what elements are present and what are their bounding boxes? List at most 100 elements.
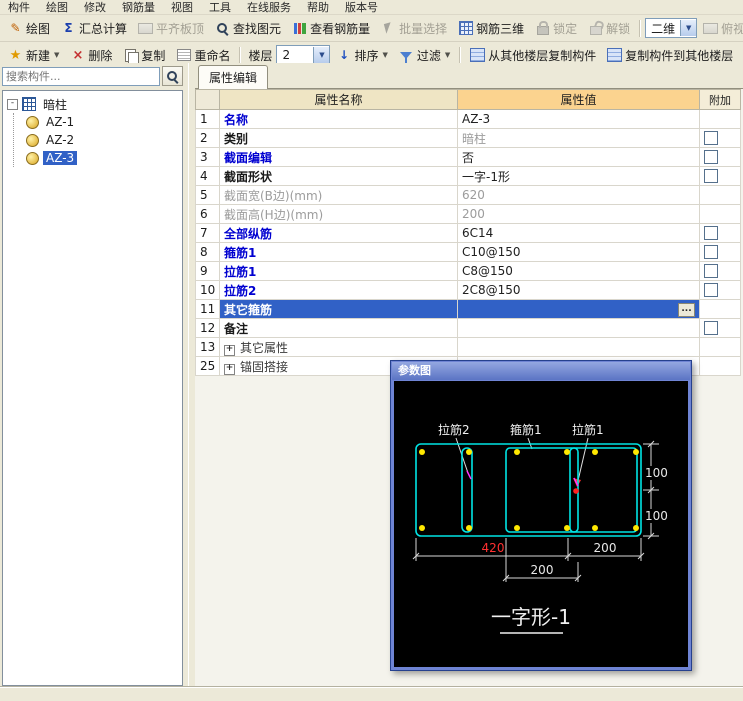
delete-button[interactable]: × 删除 [65, 45, 117, 65]
unlock-button[interactable]: 解锁 [583, 18, 635, 38]
menu-item-tools[interactable]: 工具 [209, 0, 231, 15]
menu-item-component[interactable]: 构件 [8, 0, 30, 15]
property-name[interactable]: 名称 [220, 110, 458, 129]
parameter-window-titlebar[interactable]: 参数图 [392, 362, 690, 380]
tie-point-dot [573, 488, 579, 494]
status-bar [0, 687, 743, 701]
copy-to-other-floor-button[interactable]: 复制构件到其他楼层 [602, 45, 738, 65]
tree-item-az1[interactable]: AZ-1 [14, 113, 180, 131]
copy-button[interactable]: 复制 [118, 45, 170, 65]
align-slab-top-button[interactable]: 平齐板顶 [133, 18, 209, 38]
find-element-button[interactable]: 查找图元 [210, 18, 286, 38]
lock-button[interactable]: 锁定 [530, 18, 582, 38]
attach-checkbox[interactable] [704, 321, 718, 335]
attach-checkbox[interactable] [704, 226, 718, 240]
property-name[interactable]: 截面形状 [220, 167, 458, 186]
menu-item-rebar-qty[interactable]: 钢筋量 [122, 0, 155, 15]
tab-strip: 属性编辑 [195, 63, 743, 89]
top-view-button[interactable]: 俯视 [698, 18, 743, 38]
property-value[interactable]: AZ-3 [458, 110, 700, 129]
property-name[interactable]: 备注 [220, 319, 458, 338]
more-options-button[interactable]: ... [678, 303, 695, 317]
group-row[interactable]: + 其它属性 [220, 338, 458, 357]
lock-label: 锁定 [553, 20, 577, 37]
tree-item-label: AZ-1 [43, 115, 77, 129]
parameter-diagram-window[interactable]: 参数图 [390, 360, 692, 671]
tree-root-row[interactable]: - 暗柱 [5, 95, 180, 113]
property-value[interactable]: 2C8@150 [458, 281, 700, 300]
column-group-icon [22, 97, 36, 111]
tab-property-edit[interactable]: 属性编辑 [198, 65, 268, 89]
attach-checkbox[interactable] [704, 150, 718, 164]
slab-icon [138, 23, 153, 34]
chevron-down-icon[interactable]: ▼ [680, 20, 696, 36]
chevron-down-icon[interactable]: ▼ [313, 47, 329, 63]
property-name[interactable]: 拉筋1 [220, 262, 458, 281]
property-name[interactable]: 截面编辑 [220, 148, 458, 167]
dim-100-bottom: 100 [645, 509, 668, 523]
attach-checkbox[interactable] [704, 283, 718, 297]
view-rebar-qty-label: 查看钢筋量 [310, 20, 370, 37]
search-button[interactable] [162, 66, 183, 86]
menu-item-version[interactable]: 版本号 [345, 0, 378, 15]
toolbar-separator [639, 20, 641, 37]
tree-item-az2[interactable]: AZ-2 [14, 131, 180, 149]
tree-children: AZ-1 AZ-2 AZ-3 [13, 113, 180, 167]
sort-button[interactable]: ↓ 排序 ▼ [331, 45, 392, 65]
search-input[interactable] [2, 67, 160, 86]
floor-value: 2 [277, 48, 313, 62]
property-value[interactable]: 一字-1形 [458, 167, 700, 186]
top-view-icon [703, 23, 718, 34]
filter-label: 过滤 [417, 47, 441, 64]
new-button[interactable]: ★ 新建 ▼ [3, 45, 64, 65]
rebar-3d-button[interactable]: 钢筋三维 [453, 18, 529, 38]
property-value[interactable]: C10@150 [458, 243, 700, 262]
tree-item-az3[interactable]: AZ-3 [14, 149, 180, 167]
menu-item-help[interactable]: 帮助 [307, 0, 329, 15]
property-name[interactable]: 其它箍筋 [220, 300, 458, 319]
view-rebar-qty-button[interactable]: 查看钢筋量 [287, 18, 375, 38]
chevron-down-icon: ▼ [445, 51, 450, 59]
floor-combo[interactable]: 2 ▼ [276, 45, 330, 65]
property-name[interactable]: 类别 [220, 129, 458, 148]
property-name[interactable]: 箍筋1 [220, 243, 458, 262]
lock-icon [537, 26, 549, 35]
menu-item-draw[interactable]: 绘图 [46, 0, 68, 15]
new-star-icon: ★ [8, 48, 23, 63]
view-mode-combo[interactable]: 二维 ▼ [645, 18, 697, 38]
expand-icon[interactable]: + [224, 345, 235, 356]
component-sidebar: - 暗柱 AZ-1 AZ-2 AZ-3 [0, 63, 188, 688]
attach-checkbox[interactable] [704, 131, 718, 145]
attach-checkbox[interactable] [704, 245, 718, 259]
property-value[interactable]: 否 [458, 148, 700, 167]
property-value[interactable]: 暗柱 [458, 129, 700, 148]
draw-button[interactable]: ✎ 绘图 [3, 18, 55, 38]
property-value[interactable]: 6C14 [458, 224, 700, 243]
attach-checkbox[interactable] [704, 264, 718, 278]
copy-from-other-floor-button[interactable]: 从其他楼层复制构件 [465, 45, 601, 65]
attach-checkbox[interactable] [704, 169, 718, 183]
batch-select-button[interactable]: 批量选择 [376, 18, 452, 38]
filter-button[interactable]: 过滤 ▼ [394, 45, 455, 65]
property-value[interactable]: ... [458, 300, 700, 319]
property-value[interactable] [458, 319, 700, 338]
top-view-label: 俯视 [721, 20, 743, 37]
menu-item-online-service[interactable]: 在线服务 [247, 0, 291, 15]
property-name-header: 属性名称 [220, 90, 458, 110]
group-label: 其它属性 [240, 341, 288, 355]
property-name[interactable]: 拉筋2 [220, 281, 458, 300]
chevron-down-icon: ▼ [54, 51, 59, 59]
menu-item-view[interactable]: 视图 [171, 0, 193, 15]
tree-root-label: 暗柱 [40, 96, 70, 113]
sum-calc-button[interactable]: Σ 汇总计算 [56, 18, 132, 38]
tree-item-label: AZ-2 [43, 133, 77, 147]
rename-button[interactable]: 重命名 [171, 45, 235, 65]
property-name[interactable]: 全部纵筋 [220, 224, 458, 243]
floors-icon [470, 48, 485, 62]
expand-icon[interactable]: + [224, 364, 235, 375]
collapse-icon[interactable]: - [7, 99, 18, 110]
menu-item-modify[interactable]: 修改 [84, 0, 106, 15]
component-icon [26, 152, 39, 165]
property-value[interactable]: C8@150 [458, 262, 700, 281]
component-tree: - 暗柱 AZ-1 AZ-2 AZ-3 [2, 90, 183, 686]
